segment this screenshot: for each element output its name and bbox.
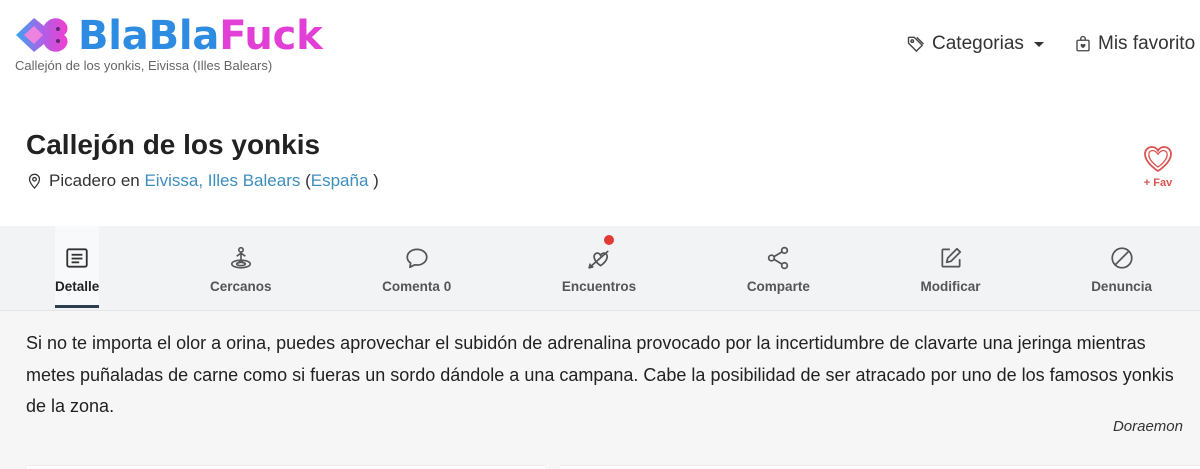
tab-cercanos[interactable]: Cercanos bbox=[209, 226, 272, 308]
site-subtitle: Callejón de los yonkis, Eivissa (Illes B… bbox=[15, 58, 273, 73]
nearby-person-icon bbox=[228, 245, 254, 271]
add-favorite-button[interactable]: + Fav bbox=[1139, 144, 1177, 190]
description-text: Si no te importa el olor a orina, puedes… bbox=[26, 333, 1174, 416]
map-pin-icon bbox=[26, 171, 43, 191]
tab-bar: Detalle Cercanos Comenta 0 Encuentros Co… bbox=[0, 226, 1200, 311]
tab-label: Cercanos bbox=[209, 279, 272, 294]
place-type: Picadero en bbox=[49, 171, 140, 190]
paren-close: ) bbox=[373, 171, 379, 190]
categories-menu[interactable]: Categorias bbox=[906, 32, 1044, 56]
tab-label-text: Comenta bbox=[382, 279, 440, 294]
categories-label: Categorias bbox=[932, 33, 1024, 54]
favorites-bag-icon bbox=[1074, 34, 1092, 54]
tab-denuncia[interactable]: Denuncia bbox=[1091, 226, 1152, 308]
comment-count: 0 bbox=[443, 279, 452, 294]
tab-modificar[interactable]: Modificar bbox=[921, 226, 981, 308]
tab-label: Modificar bbox=[920, 279, 981, 294]
notification-dot bbox=[604, 235, 614, 245]
tab-label: Comenta 0 bbox=[382, 279, 451, 295]
favorite-label: + Fav bbox=[1143, 177, 1173, 189]
page-title: Callejón de los yonkis bbox=[26, 129, 321, 160]
tab-label: Encuentros bbox=[561, 279, 637, 294]
logo-heart-bubble-icon bbox=[14, 14, 70, 56]
author-name: Doraemon bbox=[1112, 418, 1183, 435]
share-icon bbox=[765, 245, 791, 271]
country-link[interactable]: España bbox=[311, 171, 369, 190]
logo-text-part2: Fuck bbox=[219, 13, 323, 59]
tab-label: Denuncia bbox=[1091, 279, 1152, 294]
location-line: Picadero en Eivissa, Illes Balears (Espa… bbox=[26, 169, 379, 193]
tag-icon bbox=[906, 34, 926, 54]
detail-list-icon bbox=[64, 245, 90, 271]
content-card bbox=[27, 465, 545, 469]
tab-detalle[interactable]: Detalle bbox=[55, 226, 100, 308]
comment-bubble-icon bbox=[404, 245, 430, 271]
content-card bbox=[560, 465, 1200, 469]
tab-comparte[interactable]: Comparte bbox=[747, 226, 810, 308]
favorites-link[interactable]: Mis favorito bbox=[1074, 32, 1195, 56]
edit-icon bbox=[938, 245, 964, 271]
heart-icon bbox=[1141, 144, 1175, 174]
ban-icon bbox=[1109, 245, 1135, 271]
tab-label: Comparte bbox=[746, 279, 810, 294]
logo-link[interactable]: BlaBlaFuck bbox=[14, 10, 334, 60]
description-panel: Si no te importa el olor a orina, puedes… bbox=[0, 311, 1200, 463]
chevron-down-icon bbox=[1033, 41, 1044, 47]
logo-text-part1: BlaBla bbox=[78, 13, 220, 59]
logo-text: BlaBlaFuck bbox=[78, 12, 323, 60]
tab-label: Detalle bbox=[55, 279, 100, 294]
tab-encuentros[interactable]: Encuentros bbox=[562, 226, 636, 308]
location-link[interactable]: Eivissa, Illes Balears bbox=[144, 171, 300, 190]
favorites-label: Mis favorito bbox=[1098, 33, 1196, 54]
tab-comenta[interactable]: Comenta 0 bbox=[382, 226, 451, 308]
location-text: Picadero en Eivissa, Illes Balears (Espa… bbox=[49, 169, 379, 193]
cupid-heart-icon bbox=[586, 235, 614, 271]
